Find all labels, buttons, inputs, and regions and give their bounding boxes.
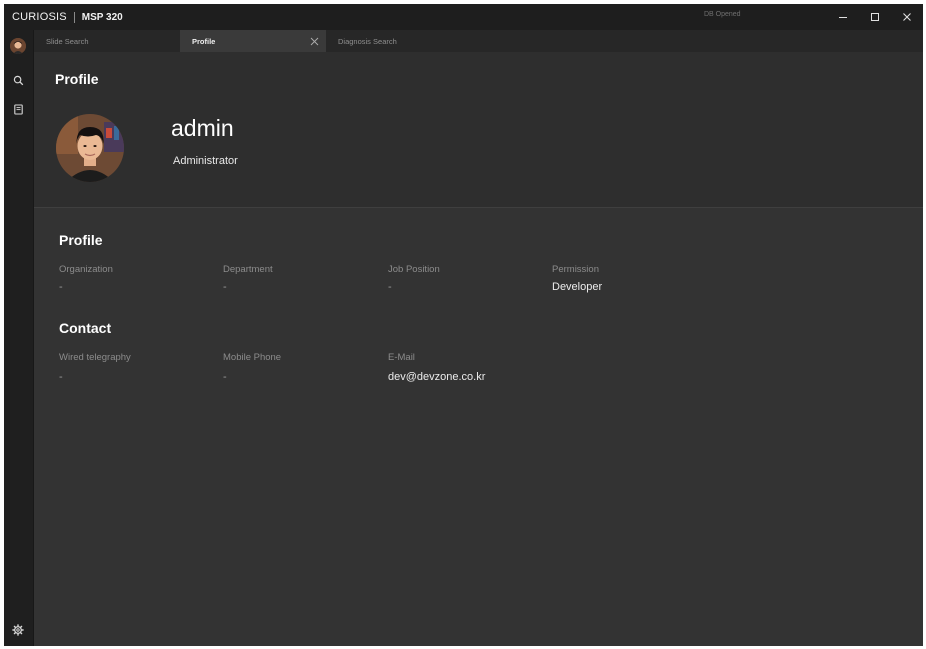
document-icon [13,103,23,115]
close-icon [310,37,318,45]
organization-label: Organization [59,264,113,275]
gear-icon [12,624,24,636]
tab-strip: Slide Search Profile Diagnosis Search [34,30,923,52]
title-bar: CURIOSIS MSP 320 DB Opened [4,4,923,30]
email-label: E-Mail [388,352,415,363]
tab-label: Diagnosis Search [338,36,397,46]
tab-profile[interactable]: Profile [180,30,326,52]
user-role: Administrator [173,155,238,167]
rail-document-button[interactable] [11,102,25,116]
minimize-icon [839,17,847,18]
profile-page: Profile admin Administrator Profile Orga… [34,52,923,646]
tab-slide-search[interactable]: Slide Search [34,30,180,52]
rail-search-button[interactable] [11,73,25,87]
brand: CURIOSIS MSP 320 [4,4,123,30]
organization-value: - [59,281,63,293]
close-button[interactable] [891,4,923,30]
brand-separator [73,11,75,23]
brand-name: CURIOSIS [12,11,67,23]
user-avatar-image [10,38,26,54]
maximize-icon [871,13,879,21]
minimize-button[interactable] [827,4,859,30]
username: admin [171,115,234,141]
profile-header: Profile admin Administrator [34,52,923,208]
maximize-button[interactable] [859,4,891,30]
db-status: DB Opened [704,11,741,18]
tab-diagnosis-search[interactable]: Diagnosis Search [326,30,472,52]
tab-close-button[interactable] [308,35,320,47]
close-icon [903,13,911,21]
tab-label: Slide Search [46,36,89,46]
tab-label: Profile [192,36,216,46]
search-icon [13,75,23,85]
page-title: Profile [55,71,99,87]
profile-section-title: Profile [59,232,103,248]
job-position-value: - [388,281,392,293]
wired-telegraphy-label: Wired telegraphy [59,352,131,363]
left-rail [4,30,34,646]
permission-label: Permission [552,264,599,275]
mobile-phone-label: Mobile Phone [223,352,282,363]
wired-telegraphy-value: - [59,371,63,383]
mobile-phone-value: - [223,371,227,383]
rail-settings-button[interactable] [11,623,25,637]
contact-section-title: Contact [59,320,112,336]
app-window: CURIOSIS MSP 320 DB Opened Slide Search … [4,4,923,646]
product-name: MSP 320 [81,11,123,23]
window-controls [827,4,923,30]
permission-value: Developer [552,281,603,293]
email-value: dev@devzone.co.kr [388,371,486,383]
department-label: Department [223,264,273,275]
rail-avatar[interactable] [10,38,26,54]
profile-photo [56,114,124,182]
profile-avatar [56,114,124,182]
department-value: - [223,281,227,293]
job-position-label: Job Position [388,264,440,275]
